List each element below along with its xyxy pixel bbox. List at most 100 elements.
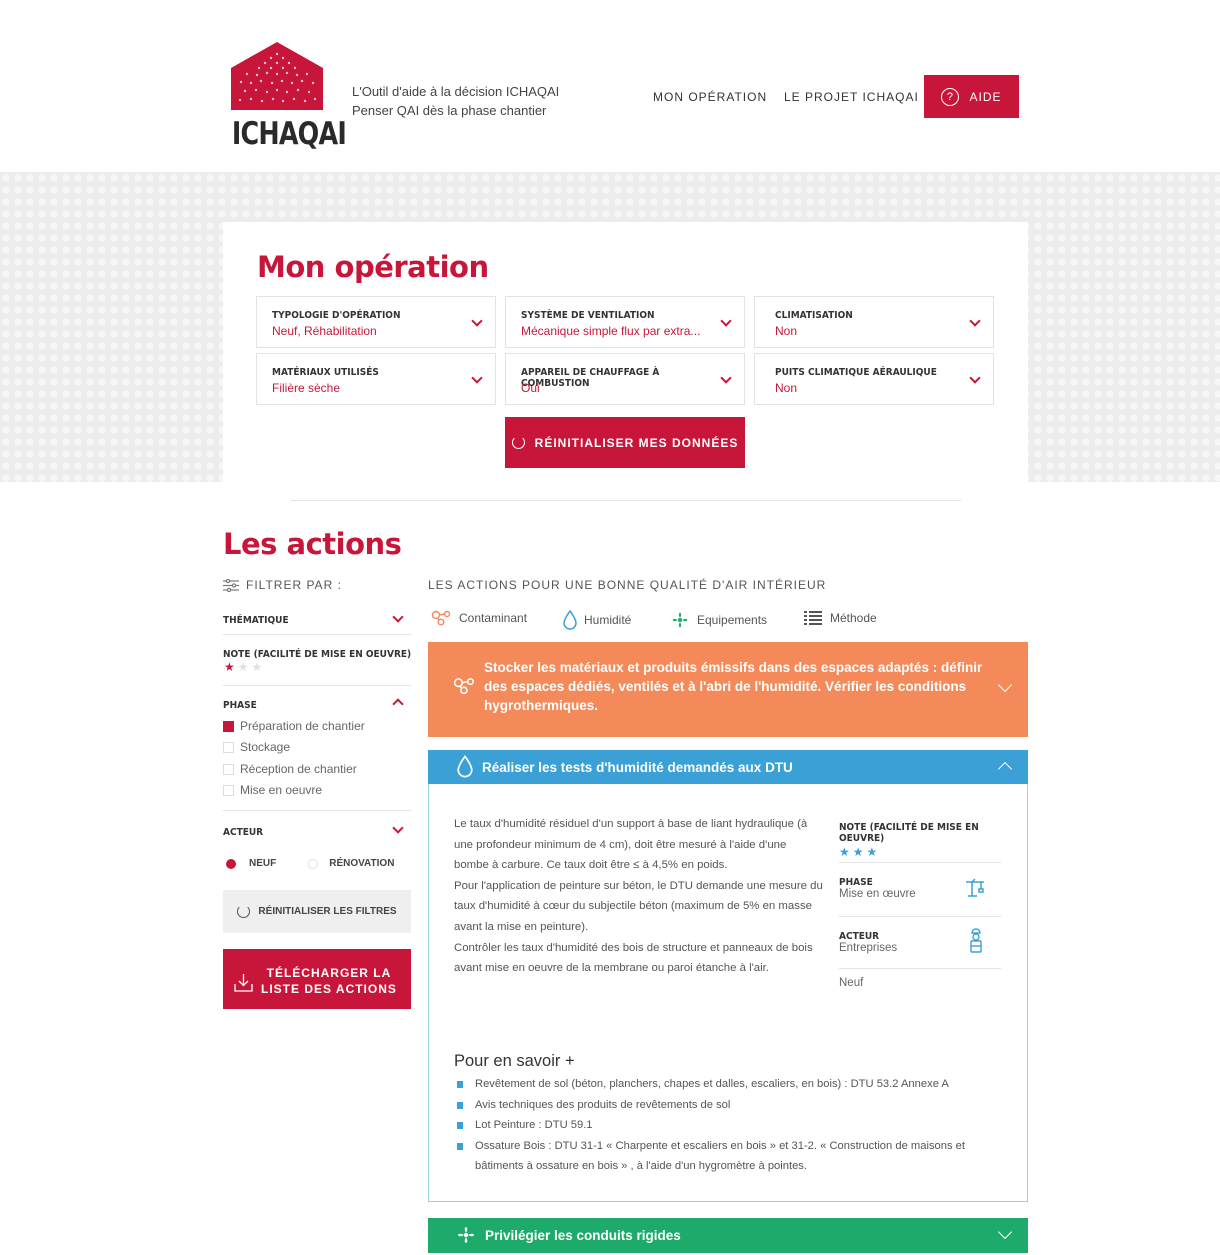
select-materiaux[interactable]: MATÉRIAUX UTILISÉS Filière sèche	[256, 353, 496, 405]
select-value: Neuf, Réhabilitation	[272, 324, 377, 338]
nav-le-projet[interactable]: LE PROJET ICHAQAI	[784, 90, 919, 104]
select-label: PUITS CLIMATIQUE AÉRAULIQUE	[775, 367, 937, 378]
select-puits[interactable]: PUITS CLIMATIQUE AÉRAULIQUE Non	[754, 353, 994, 405]
select-label: SYSTÈME DE VENTILATION	[521, 310, 655, 321]
learn-more-list: Revêtement de sol (béton, planchers, cha…	[454, 1074, 1014, 1177]
logo-house-icon	[231, 42, 323, 110]
chevron-down-icon	[969, 315, 981, 327]
learn-more-item: Revêtement de sol (béton, planchers, cha…	[454, 1074, 1014, 1095]
download-actions-button[interactable]: TÉLÉCHARGER LA LISTE DES ACTIONS	[223, 949, 411, 1009]
reset-data-button[interactable]: RÉINITIALISER MES DONNÉES	[505, 417, 745, 468]
action-meta-acteur: ACTEUR Entreprises	[839, 928, 1001, 954]
phase-option-label: Réception de chantier	[240, 762, 357, 776]
filter-thematique[interactable]: THÉMATIQUE	[223, 615, 289, 626]
filter-heading-label: FILTRER PAR :	[246, 578, 342, 592]
learn-more-item: Avis techniques des produits de revêteme…	[454, 1095, 1014, 1116]
learn-more-item: Ossature Bois : DTU 31-1 « Charpente et …	[454, 1136, 1014, 1177]
phase-option-stockage[interactable]: Stockage	[223, 740, 290, 754]
meta-note-stars: ★ ★ ★	[839, 846, 1001, 858]
legend-equipements: Equipements	[669, 610, 767, 630]
meta-separator	[839, 916, 1001, 917]
radio-renovation-label[interactable]: RÉNOVATION	[329, 858, 394, 869]
filter-note-stars[interactable]: ★ ★ ★	[224, 661, 262, 673]
fan-icon	[672, 612, 688, 628]
filter-separator	[223, 685, 411, 686]
star-icon[interactable]: ★	[238, 661, 249, 673]
chevron-down-icon	[471, 315, 483, 327]
select-value: Oui	[521, 381, 540, 395]
actions-list-heading: LES ACTIONS POUR UNE BONNE QUALITÉ D'AIR…	[428, 578, 827, 592]
chevron-up-icon[interactable]	[392, 698, 404, 710]
action-item-title: Privilégier les conduits rigides	[485, 1228, 681, 1243]
select-value: Mécanique simple flux par extra...	[521, 324, 701, 338]
tagline-line-2: Penser QAI dès la phase chantier	[352, 103, 547, 118]
select-value: Filière sèche	[272, 381, 341, 395]
tagline-line-1: L'Outil d'aide à la décision ICHAQAI	[352, 84, 560, 99]
chevron-down-icon	[720, 372, 732, 384]
radio-selected[interactable]	[226, 858, 236, 869]
star-icon: ★	[839, 845, 850, 859]
reset-icon	[511, 436, 525, 449]
action-item-title: Réaliser les tests d'humidité demandés a…	[482, 760, 793, 775]
checkbox-checked[interactable]	[223, 720, 234, 732]
chevron-down-icon[interactable]	[997, 677, 1013, 693]
action-meta-note: NOTE (FACILITÉ DE MISE EN OEUVRE) ★ ★ ★	[839, 822, 1001, 858]
action-item-humidite[interactable]: Réaliser les tests d'humidité demandés a…	[428, 750, 1028, 784]
star-icon[interactable]: ★	[224, 661, 235, 673]
checkbox[interactable]	[223, 784, 234, 796]
filter-sliders-icon	[223, 578, 239, 592]
checkbox[interactable]	[223, 763, 234, 775]
select-chauffage[interactable]: APPAREIL DE CHAUFFAGE À COMBUSTION Oui	[505, 353, 745, 405]
chevron-up-icon[interactable]	[997, 761, 1013, 777]
phase-option-reception[interactable]: Réception de chantier	[223, 762, 357, 776]
action-item-stockage[interactable]: Stocker les matériaux et produits émissi…	[428, 642, 1028, 737]
contaminant-icon	[453, 678, 474, 695]
select-climatisation[interactable]: CLIMATISATION Non	[754, 296, 994, 348]
legend-contaminant: Contaminant	[431, 610, 527, 626]
meta-separator	[839, 968, 1001, 969]
select-ventilation[interactable]: SYSTÈME DE VENTILATION Mécanique simple …	[505, 296, 745, 348]
action-description-text: Le taux d'humidité résiduel d'un support…	[454, 818, 823, 975]
learn-more-item: Lot Peinture : DTU 59.1	[454, 1115, 1014, 1136]
filter-separator	[223, 634, 411, 635]
chevron-down-icon[interactable]	[997, 1224, 1013, 1240]
select-typologie[interactable]: TYPOLOGIE D'OPÉRATION Neuf, Réhabilitati…	[256, 296, 496, 348]
learn-more-title: Pour en savoir +	[454, 1052, 575, 1070]
legend-methode: Méthode	[804, 610, 877, 626]
chevron-down-icon[interactable]	[392, 611, 404, 623]
legend-label: Contaminant	[459, 611, 528, 625]
worker-icon	[970, 928, 982, 953]
select-label: CLIMATISATION	[775, 310, 853, 321]
meta-note-label: NOTE (FACILITÉ DE MISE EN OEUVRE)	[839, 822, 979, 844]
question-circle-icon: ?	[941, 87, 960, 106]
select-value: Non	[775, 381, 798, 395]
radio-neuf-label[interactable]: NEUF	[249, 858, 276, 869]
chevron-down-icon	[471, 372, 483, 384]
star-icon[interactable]: ★	[252, 661, 263, 673]
filter-note: NOTE (FACILITÉ DE MISE EN OEUVRE)	[223, 649, 412, 660]
chevron-down-icon[interactable]	[392, 822, 404, 834]
download-label-line-2: LISTE DES ACTIONS	[261, 982, 397, 996]
action-item-title: Stocker les matériaux et produits émissi…	[484, 660, 983, 713]
tagline: L'Outil d'aide à la décision ICHAQAI Pen…	[352, 82, 559, 120]
checkbox[interactable]	[223, 741, 234, 753]
radio[interactable]	[308, 858, 319, 869]
operation-title: Mon opération	[257, 250, 489, 284]
nav-mon-operation[interactable]: MON OPÉRATION	[653, 90, 767, 104]
phase-option-label: Stockage	[240, 740, 291, 754]
action-meta-phase: PHASE Mise en œuvre	[839, 877, 1001, 900]
phase-option-label: Mise en oeuvre	[240, 783, 323, 797]
filter-separator	[223, 810, 411, 811]
filter-acteur[interactable]: ACTEUR	[223, 827, 263, 838]
action-item-details: Le taux d'humidité résiduel d'un support…	[428, 784, 1028, 1202]
filter-phase[interactable]: PHASE	[223, 700, 257, 711]
phase-option-mise-en-oeuvre[interactable]: Mise en oeuvre	[223, 783, 322, 797]
legend-label: Equipements	[697, 613, 768, 627]
action-item-conduits[interactable]: Privilégier les conduits rigides	[428, 1218, 1028, 1253]
reset-filters-button[interactable]: RÉINITIALISER LES FILTRES	[223, 890, 411, 933]
phase-option-preparation[interactable]: Préparation de chantier	[223, 719, 365, 733]
ichaqai-logo[interactable]: ICHAQAI	[222, 42, 347, 154]
section-divider	[291, 500, 961, 501]
help-button[interactable]: ? AIDE	[924, 75, 1019, 118]
actions-title: Les actions	[223, 527, 402, 561]
